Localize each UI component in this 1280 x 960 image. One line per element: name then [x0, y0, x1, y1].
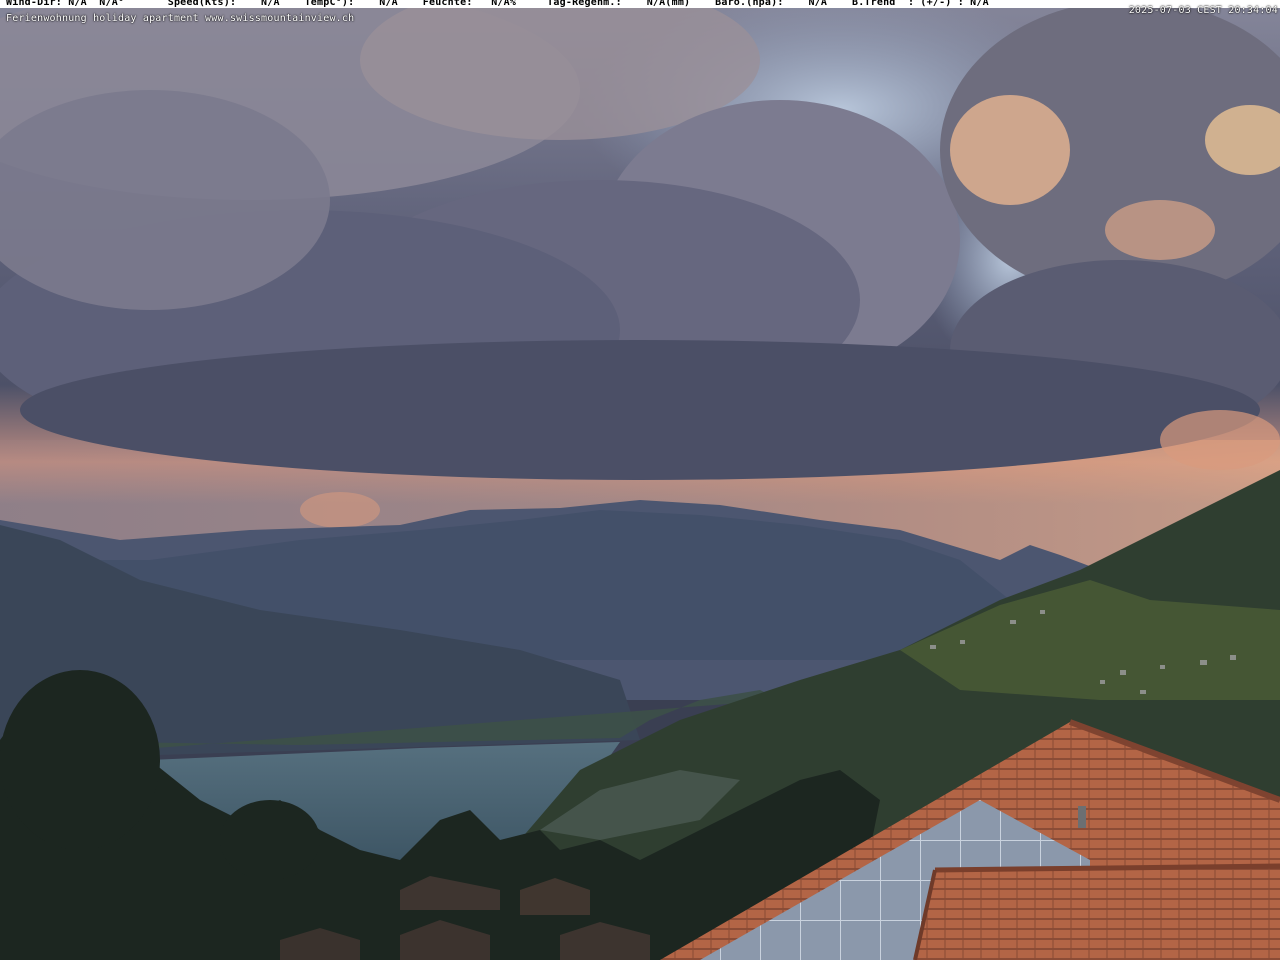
timestamp: 2025-07-03 CEST 20:34:04 — [1128, 5, 1278, 16]
weather-info-bar: Wind-Dir: N/A N/A° Speed(Kts): N/A TempC… — [0, 0, 1280, 8]
weather-readout: Wind-Dir: N/A N/A° Speed(Kts): N/A TempC… — [6, 0, 989, 8]
webcam-caption: Ferienwohnung holiday apartment www.swis… — [6, 13, 355, 24]
clouds — [0, 0, 1280, 528]
webcam-photo — [0, 0, 1280, 960]
